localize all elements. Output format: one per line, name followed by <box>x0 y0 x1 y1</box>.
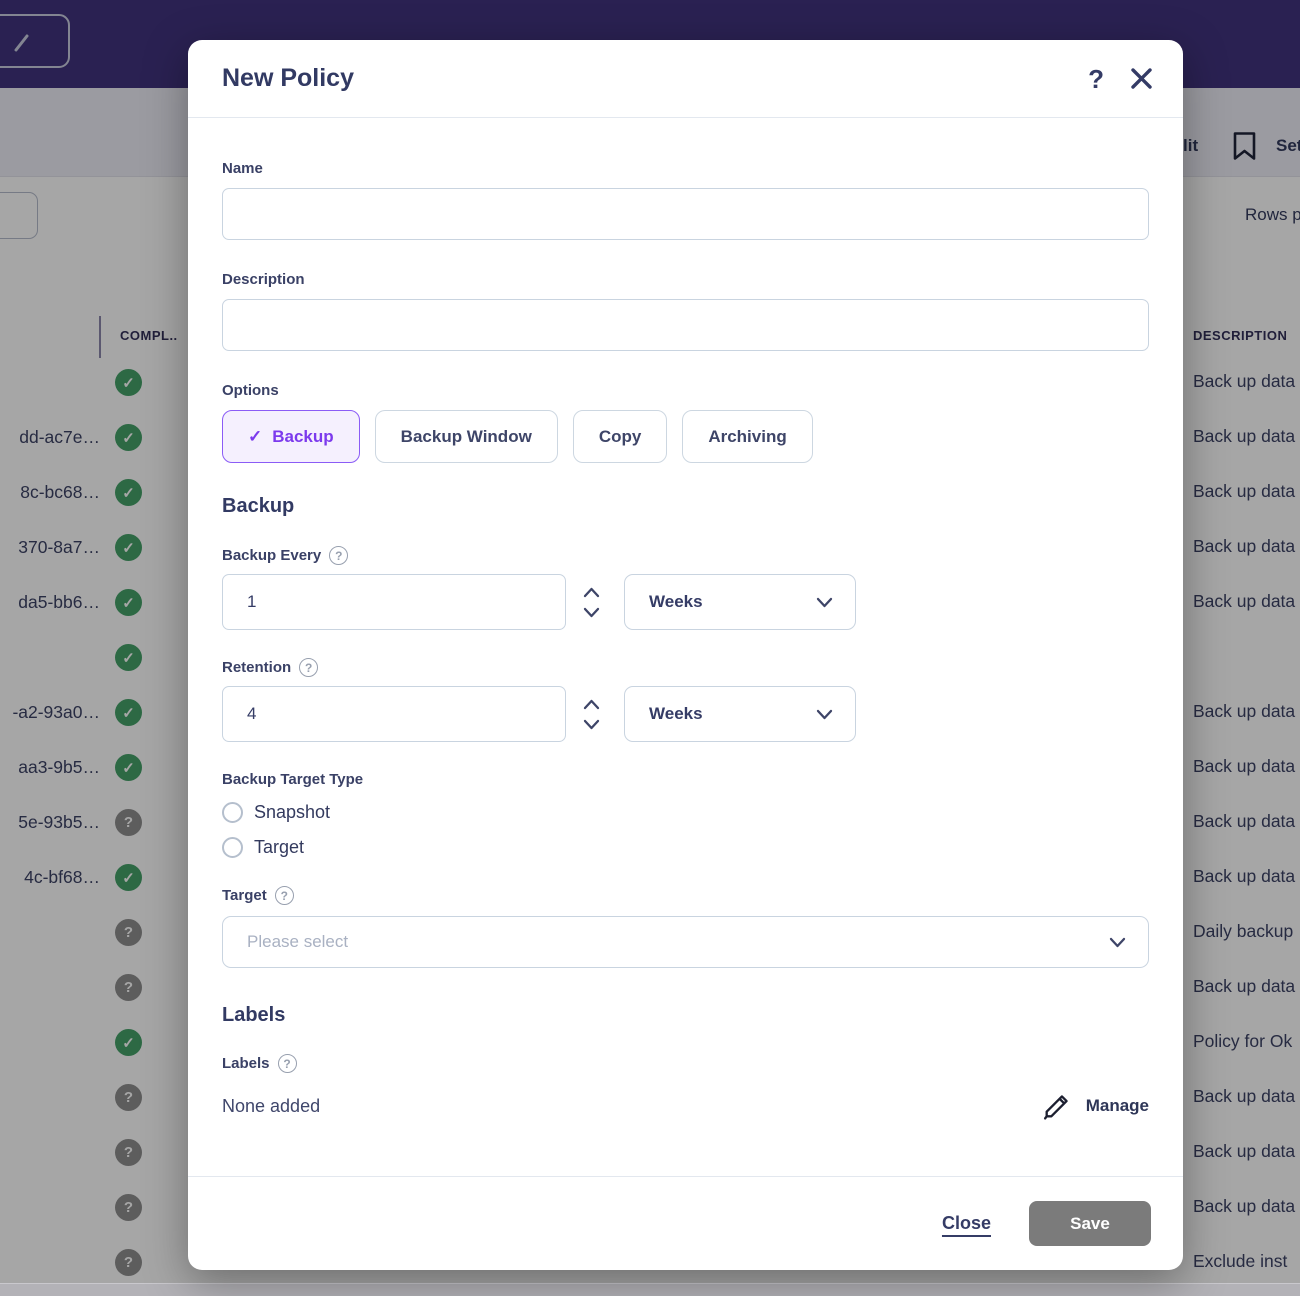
modal-body: Name Description Options ✓ Backup Backup W… <box>188 160 1183 1122</box>
chevron-down-icon <box>1109 937 1126 947</box>
backup-every-stepper <box>580 587 602 618</box>
save-button[interactable]: Save <box>1029 1201 1151 1246</box>
radio-circle-icon[interactable] <box>222 837 243 858</box>
name-input[interactable] <box>222 188 1149 240</box>
backup-every-label: Backup Every ? <box>222 546 1149 565</box>
target-label: Target ? <box>222 886 1149 905</box>
options-label: Options <box>222 382 279 399</box>
help-icon[interactable]: ? <box>277 1054 297 1073</box>
radio-circle-icon[interactable] <box>222 802 243 823</box>
modal-footer: Close Save <box>188 1176 1183 1270</box>
retention-label: Retention ? <box>222 658 1149 677</box>
help-icon[interactable]: ? <box>329 546 349 565</box>
name-label: Name <box>222 160 263 177</box>
close-icon[interactable] <box>1130 67 1153 90</box>
stepper-down-icon[interactable] <box>583 719 600 730</box>
backup-section-heading: Backup <box>222 495 295 517</box>
horizontal-scrollbar[interactable] <box>0 1283 1300 1296</box>
target-type-radio-group: Snapshot Target <box>222 802 1149 858</box>
modal-title: New Policy <box>222 64 354 92</box>
chevron-down-icon <box>816 597 833 607</box>
labels-section-heading: Labels <box>222 1004 286 1026</box>
app-window: lit Set Rows p COMPL.. DESCRIPTION ✓ Bac… <box>0 0 1300 1296</box>
chevron-down-icon <box>816 709 833 719</box>
description-input[interactable] <box>222 299 1149 351</box>
backup-every-input[interactable] <box>222 574 566 630</box>
stepper-up-icon[interactable] <box>583 587 600 598</box>
retention-stepper <box>580 699 602 730</box>
retention-input[interactable] <box>222 686 566 742</box>
stepper-down-icon[interactable] <box>583 607 600 618</box>
description-label: Description <box>222 271 305 288</box>
radio-target[interactable]: Target <box>222 837 1149 858</box>
option-archiving[interactable]: Archiving <box>682 410 813 463</box>
help-icon[interactable]: ? <box>274 886 294 905</box>
manage-labels-button[interactable]: Manage <box>1041 1091 1149 1122</box>
option-copy[interactable]: Copy <box>572 410 668 463</box>
new-policy-modal: New Policy ? Name Description Options ✓ B… <box>188 40 1183 1270</box>
target-select[interactable]: Please select <box>222 916 1149 968</box>
radio-snapshot[interactable]: Snapshot <box>222 802 1149 823</box>
option-backup-window[interactable]: Backup Window <box>374 410 558 463</box>
pencil-icon <box>1043 1094 1068 1120</box>
labels-value: None added <box>222 1095 321 1116</box>
close-button[interactable]: Close <box>942 1213 991 1234</box>
backup-every-unit-select[interactable]: Weeks <box>624 574 856 630</box>
retention-unit-select[interactable]: Weeks <box>624 686 856 742</box>
backup-target-type-label: Backup Target Type <box>222 771 364 788</box>
check-icon: ✓ <box>248 426 263 446</box>
labels-label: Labels ? <box>222 1054 1149 1073</box>
options-group: ✓ Backup Backup Window Copy Archiving <box>222 410 1149 463</box>
modal-help-icon[interactable]: ? <box>1088 66 1104 92</box>
help-icon[interactable]: ? <box>299 658 319 677</box>
stepper-up-icon[interactable] <box>583 699 600 710</box>
modal-header: New Policy ? <box>188 40 1183 118</box>
option-backup[interactable]: ✓ Backup <box>222 410 360 463</box>
